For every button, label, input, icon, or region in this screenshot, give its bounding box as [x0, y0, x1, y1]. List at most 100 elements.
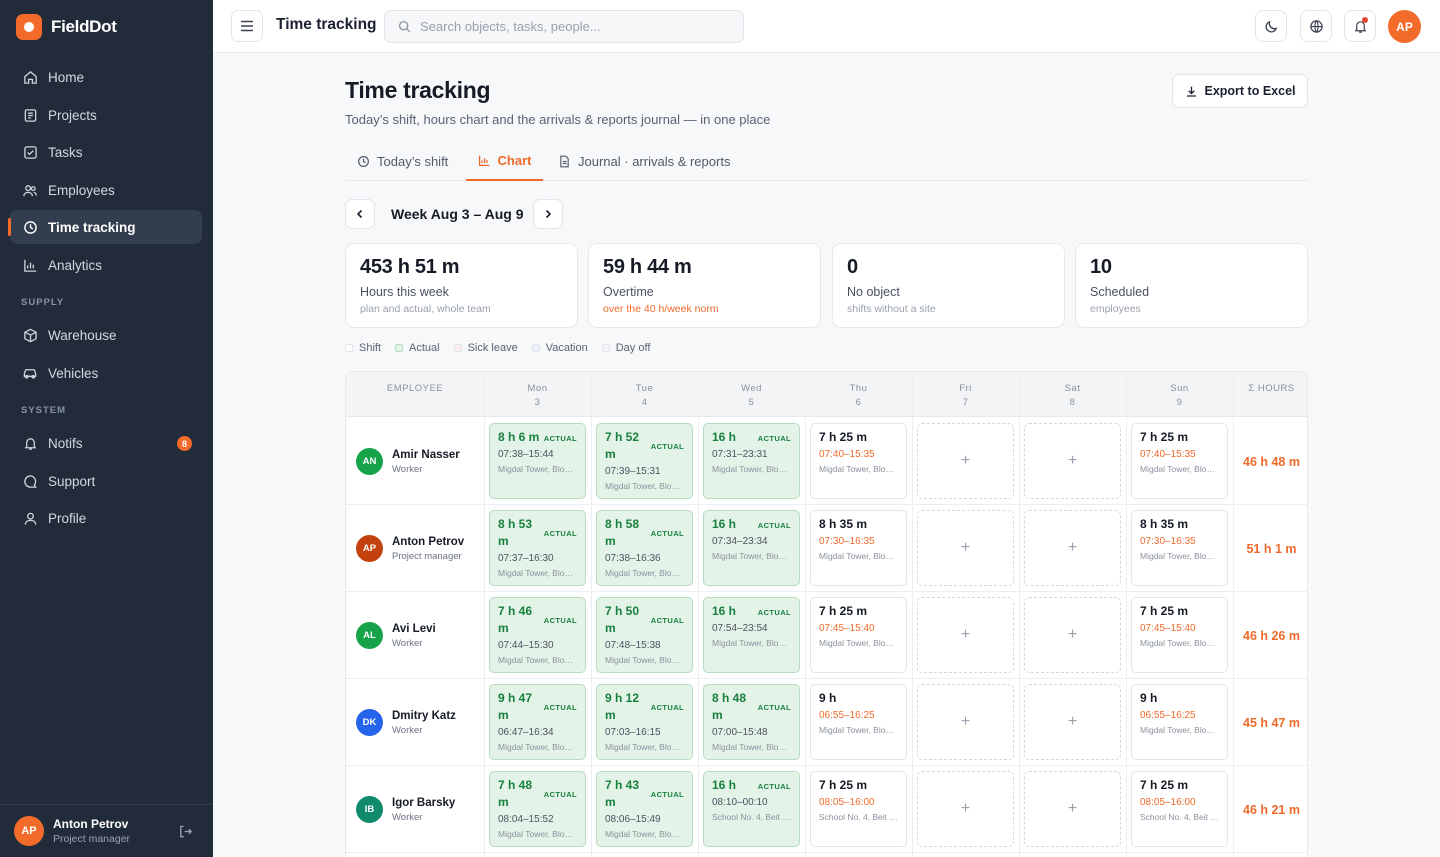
actual-shift-cell[interactable]: 7 h 52 m ACTUAL 07:39–15:31 Migdal Tower, B…: [596, 423, 693, 499]
actual-shift-cell[interactable]: 9 h 47 m ACTUAL 06:47–16:34 Migdal Tower, B…: [489, 684, 586, 760]
logout-icon[interactable]: [178, 824, 193, 844]
sidebar-item-label: Vehicles: [48, 365, 99, 381]
employee-name: Amir Nasser: [392, 448, 460, 461]
theme-toggle-button[interactable]: [1255, 10, 1287, 42]
employee-cell[interactable]: DK Dmitry Katz Worker: [356, 679, 456, 766]
shift-time: 07:40–15:35: [1140, 449, 1196, 460]
user-avatar-button[interactable]: AP: [1388, 10, 1421, 43]
actual-shift-cell[interactable]: 7 h 50 m ACTUAL 07:48–15:38 Migdal Tower, B…: [596, 597, 693, 673]
sidebar-item-projects[interactable]: Projects: [10, 98, 202, 132]
shift-time: 08:04–15:52: [498, 814, 554, 825]
analytics-icon: [22, 257, 38, 273]
shift-hours: 7 h 25 m: [819, 604, 868, 618]
scheduled-shift-cell[interactable]: 9 h 06:55–16:25 Migdal Tower, Block A: [1131, 684, 1228, 760]
shift-time: 07:30–16:35: [819, 536, 875, 547]
sidebar-item-tasks[interactable]: Tasks: [10, 135, 202, 169]
sidebar-item-notifs[interactable]: Notifs 8: [10, 426, 202, 460]
actual-shift-cell[interactable]: 8 h 48 m ACTUAL 07:00–15:48 Migdal Tower, B…: [703, 684, 800, 760]
plus-icon: +: [960, 713, 971, 730]
menu-toggle-button[interactable]: [231, 10, 263, 42]
table-row: AL Avi Levi Worker 7 h 46 m ACTUAL 07:44–15:3…: [346, 592, 1307, 679]
actual-shift-cell[interactable]: 8 h 53 m ACTUAL 07:37–16:30 Migdal Tower, B…: [489, 510, 586, 586]
scheduled-shift-cell[interactable]: 7 h 25 m 08:05–16:00 School No. 4, Beit Sh…: [810, 771, 907, 847]
avatar: AL: [356, 622, 383, 649]
notifications-button[interactable]: [1344, 10, 1376, 42]
sidebar-item-time-tracking[interactable]: Time tracking: [8, 210, 202, 244]
sidebar-item-vehicles[interactable]: Vehicles: [10, 356, 202, 390]
day-name: Wed: [741, 383, 762, 394]
language-button[interactable]: [1300, 10, 1332, 42]
day-number: 6: [855, 397, 862, 408]
scheduled-shift-cell[interactable]: 9 h 06:55–16:25 Migdal Tower, Block A: [810, 684, 907, 760]
actual-tag: ACTUAL: [757, 703, 791, 712]
actual-shift-cell[interactable]: 16 h ACTUAL 08:10–00:10 School No. 4, Beit …: [703, 771, 800, 847]
add-shift-cell[interactable]: +: [1024, 771, 1121, 847]
shift-location: Migdal Tower, Block A: [498, 464, 577, 474]
export-excel-button[interactable]: Export to Excel: [1172, 74, 1308, 108]
sidebar-item-employees[interactable]: Employees: [10, 173, 202, 207]
grid-header: EMPLOYEE Mon 3 Tue 4 Wed 5 Thu 6 Fri 7 Sat 8 Sun 9 Σ HO…: [346, 372, 1307, 417]
add-shift-cell[interactable]: +: [1024, 423, 1121, 499]
shift-location: Migdal Tower, Block A: [605, 655, 684, 665]
actual-tag: ACTUAL: [650, 529, 684, 538]
actual-shift-cell[interactable]: 7 h 46 m ACTUAL 07:44–15:30 Migdal Tower, B…: [489, 597, 586, 673]
sidebar-user[interactable]: AP Anton Petrov Project manager: [0, 804, 213, 857]
scheduled-shift-cell[interactable]: 8 h 35 m 07:30–16:35 Migdal Tower, Block A: [810, 510, 907, 586]
scheduled-shift-cell[interactable]: 7 h 25 m 07:40–15:35 Migdal Tower, Block A: [1131, 423, 1228, 499]
stat-card-no-object: 0 No object shifts without a site: [832, 243, 1065, 328]
add-shift-cell[interactable]: +: [1024, 510, 1121, 586]
sidebar-item-warehouse[interactable]: Warehouse: [10, 318, 202, 352]
scheduled-shift-cell[interactable]: 7 h 25 m 07:45–15:40 Migdal Tower, Block A: [1131, 597, 1228, 673]
scheduled-shift-cell[interactable]: 7 h 25 m 08:05–16:00 School No. 4, Beit Sh…: [1131, 771, 1228, 847]
scheduled-shift-cell[interactable]: 7 h 25 m 07:45–15:40 Migdal Tower, Block A: [810, 597, 907, 673]
scheduled-shift-cell[interactable]: 7 h 25 m 07:40–15:35 Migdal Tower, Block A: [810, 423, 907, 499]
shift-hours: 8 h 58 m: [605, 517, 640, 548]
search-box[interactable]: [384, 10, 744, 43]
add-shift-cell[interactable]: +: [917, 597, 1014, 673]
scheduled-shift-cell[interactable]: 8 h 35 m 07:30–16:35 Migdal Tower, Block A: [1131, 510, 1228, 586]
actual-shift-cell[interactable]: 8 h 58 m ACTUAL 07:38–16:36 Migdal Tower, B…: [596, 510, 693, 586]
shift-hours: 7 h 46 m: [498, 604, 533, 635]
add-shift-cell[interactable]: +: [917, 423, 1014, 499]
day-name: Fri: [959, 383, 972, 394]
shift-location: Migdal Tower, Block A: [819, 551, 898, 561]
week-prev-button[interactable]: [345, 199, 375, 229]
employee-name: Dmitry Katz: [392, 709, 456, 722]
sidebar-item-profile[interactable]: Profile: [10, 501, 202, 535]
actual-shift-cell[interactable]: 8 h 6 m ACTUAL 07:38–15:44 Migdal Tower, Bl…: [489, 423, 586, 499]
employee-cell[interactable]: IB Igor Barsky Worker: [356, 766, 455, 853]
brand-logo-icon: [16, 14, 42, 40]
search-input[interactable]: [420, 19, 720, 34]
shift-time: 07:38–16:36: [605, 553, 661, 564]
employee-cell[interactable]: AP Anton Petrov Project manager: [356, 505, 464, 592]
row-total-hours: 46 h 48 m: [1243, 454, 1300, 469]
actual-shift-cell[interactable]: 7 h 43 m ACTUAL 08:06–15:49 Migdal Tower, B…: [596, 771, 693, 847]
tab-chart[interactable]: Chart: [466, 141, 543, 181]
employee-cell[interactable]: AN Amir Nasser Worker: [356, 418, 460, 505]
add-shift-cell[interactable]: +: [917, 771, 1014, 847]
tab-journal[interactable]: Journal · arrivals & reports: [558, 141, 730, 181]
plus-icon: +: [960, 626, 971, 643]
table-row: DK Dmitry Katz Worker 9 h 47 m ACTUAL 06:47–1…: [346, 679, 1307, 766]
shift-time: 07:34–23:34: [712, 536, 768, 547]
actual-shift-cell[interactable]: 16 h ACTUAL 07:31–23:31 Migdal Tower, Block…: [703, 423, 800, 499]
week-next-button[interactable]: [533, 199, 563, 229]
tab-todays-shift[interactable]: Today’s shift: [357, 141, 448, 181]
actual-shift-cell[interactable]: 16 h ACTUAL 07:54–23:54 Migdal Tower, Block…: [703, 597, 800, 673]
brand[interactable]: FieldDot: [16, 14, 117, 40]
sidebar-item-analytics[interactable]: Analytics: [10, 248, 202, 282]
add-shift-cell[interactable]: +: [1024, 684, 1121, 760]
plus-icon: +: [960, 452, 971, 469]
actual-shift-cell[interactable]: 9 h 12 m ACTUAL 07:03–16:15 Migdal Tower, B…: [596, 684, 693, 760]
shift-time: 07:54–23:54: [712, 623, 768, 634]
shift-hours: 7 h 25 m: [1140, 604, 1189, 618]
add-shift-cell[interactable]: +: [917, 510, 1014, 586]
sidebar-item-support[interactable]: Support: [10, 464, 202, 498]
sidebar-item-home[interactable]: Home: [10, 60, 202, 94]
actual-shift-cell[interactable]: 7 h 48 m ACTUAL 08:04–15:52 Migdal Tower, B…: [489, 771, 586, 847]
employee-cell[interactable]: AL Avi Levi Worker: [356, 592, 436, 679]
legend-swatch: [601, 344, 610, 352]
add-shift-cell[interactable]: +: [1024, 597, 1121, 673]
actual-shift-cell[interactable]: 16 h ACTUAL 07:34–23:34 Migdal Tower, Block…: [703, 510, 800, 586]
add-shift-cell[interactable]: +: [917, 684, 1014, 760]
